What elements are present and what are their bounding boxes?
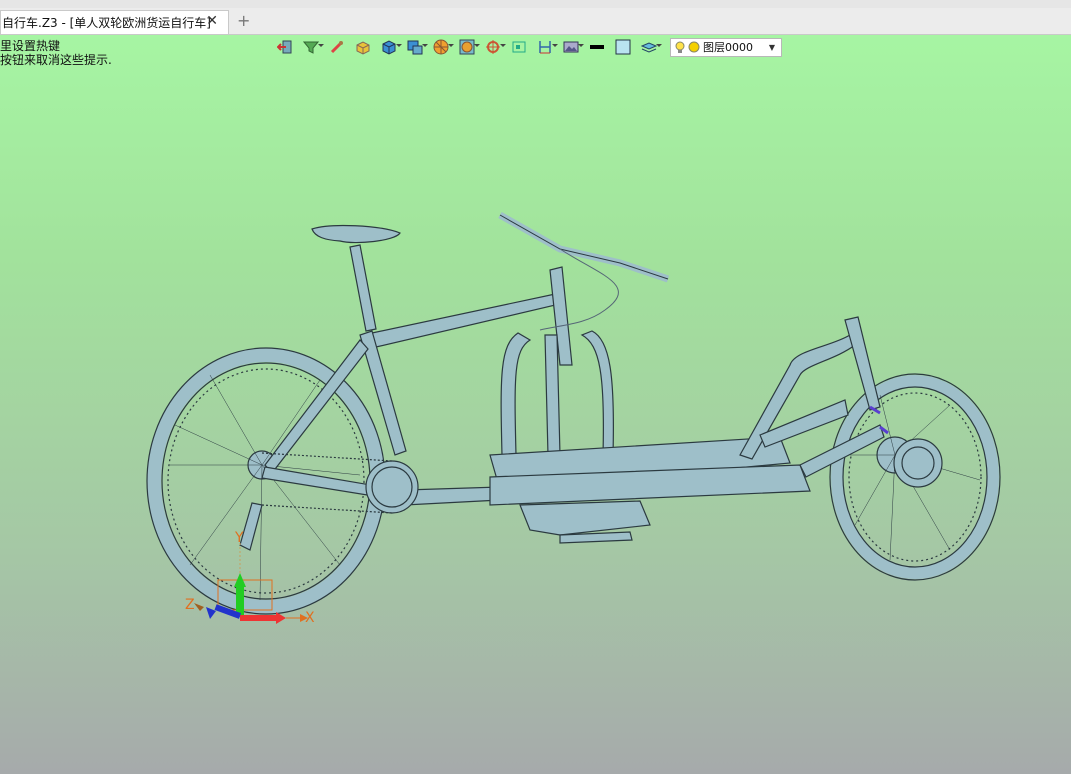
chainring: [365, 460, 419, 514]
add-tab-button[interactable]: +: [237, 11, 250, 30]
saddle: [311, 224, 401, 244]
cargo-bike-model[interactable]: Y X Z: [0, 35, 1071, 774]
3d-viewport[interactable]: 里设置热键 按钮来取消这些提示. 图层0000 ▼ Y X Z: [0, 35, 1071, 774]
frame: [261, 244, 885, 506]
close-icon[interactable]: ✕: [206, 13, 218, 29]
handlebar: [498, 211, 670, 283]
axis-z-label: Z: [185, 597, 195, 613]
tab-title: 自行车.Z3 - [单人双轮欧洲货运自行车]: [2, 16, 211, 30]
axis-x-label: X: [305, 610, 315, 626]
title-toolbar-strip: [0, 0, 1071, 8]
tab-document[interactable]: 自行车.Z3 - [单人双轮欧洲货运自行车] ✕: [0, 10, 229, 34]
document-tab-bar: 自行车.Z3 - [单人双轮欧洲货运自行车] ✕ +: [0, 8, 1071, 35]
axis-y-label: Y: [234, 530, 244, 546]
